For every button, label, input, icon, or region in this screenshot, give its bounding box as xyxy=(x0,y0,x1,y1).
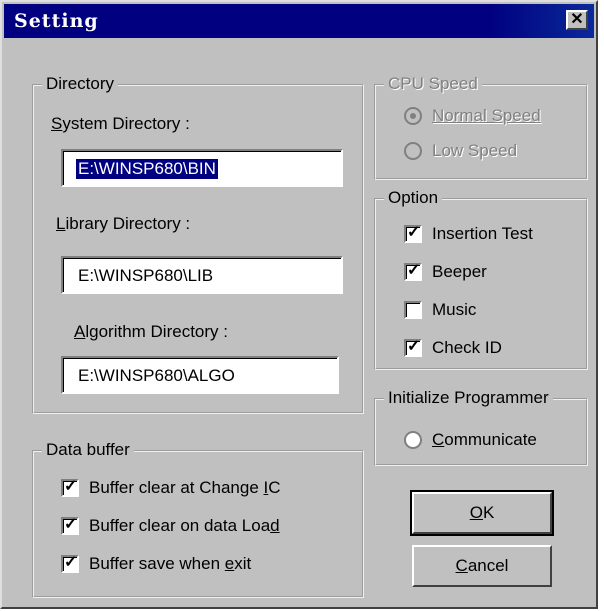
ok-button[interactable]: OK xyxy=(410,490,554,536)
radio-icon xyxy=(404,107,422,125)
checkbox-icon: ✓ xyxy=(61,516,79,535)
option-legend: Option xyxy=(384,188,443,208)
algorithm-directory-label: Algorithm Directory : xyxy=(74,322,228,341)
radio-icon xyxy=(404,431,422,449)
checkbox-icon: ✓ xyxy=(61,478,79,497)
library-directory-input[interactable]: E:\WINSP680\LIB xyxy=(61,256,343,294)
library-directory-label: Library Directory : xyxy=(56,214,191,233)
library-directory-value: E:\WINSP680\LIB xyxy=(78,266,214,285)
algorithm-directory-value: E:\WINSP680\ALGO xyxy=(78,366,235,385)
cpu-speed-group: CPU Speed Normal Speed Low Speed xyxy=(374,74,588,180)
data-buffer-group: Data buffer ✓ Buffer clear at Change IC … xyxy=(32,440,364,598)
system-directory-input[interactable]: E:\WINSP680\BIN xyxy=(61,149,343,187)
data-buffer-legend: Data buffer xyxy=(42,440,134,460)
checkbox-icon: ✓ xyxy=(61,554,79,573)
system-directory-value: E:\WINSP680\BIN xyxy=(76,159,218,179)
checkbox-icon: ✓ xyxy=(404,224,422,243)
window-title: Setting xyxy=(14,10,99,32)
cpu-speed-legend: CPU Speed xyxy=(384,74,482,94)
radio-icon xyxy=(404,142,422,160)
low-speed-label: Low Speed xyxy=(432,141,518,160)
title-bar[interactable]: Setting ✕ xyxy=(4,4,594,38)
initialize-programmer-group: Initialize Programmer Communicate xyxy=(374,388,588,466)
cancel-button[interactable]: Cancel xyxy=(412,545,552,587)
checkbox-icon xyxy=(404,301,422,319)
directory-group: Directory System Directory : E:\WINSP680… xyxy=(32,74,364,414)
system-directory-label: System Directory : xyxy=(51,114,190,133)
settings-dialog: Setting ✕ Directory System Directory : E… xyxy=(0,0,598,609)
close-button[interactable]: ✕ xyxy=(566,10,588,30)
initialize-programmer-legend: Initialize Programmer xyxy=(384,388,553,408)
option-group: Option ✓ Insertion Test ✓ Beeper Music ✓… xyxy=(374,188,588,370)
checkbox-icon: ✓ xyxy=(404,262,422,281)
algorithm-directory-input[interactable]: E:\WINSP680\ALGO xyxy=(61,356,339,394)
close-icon: ✕ xyxy=(570,11,584,28)
directory-legend: Directory xyxy=(42,74,119,94)
checkbox-icon: ✓ xyxy=(404,338,422,357)
